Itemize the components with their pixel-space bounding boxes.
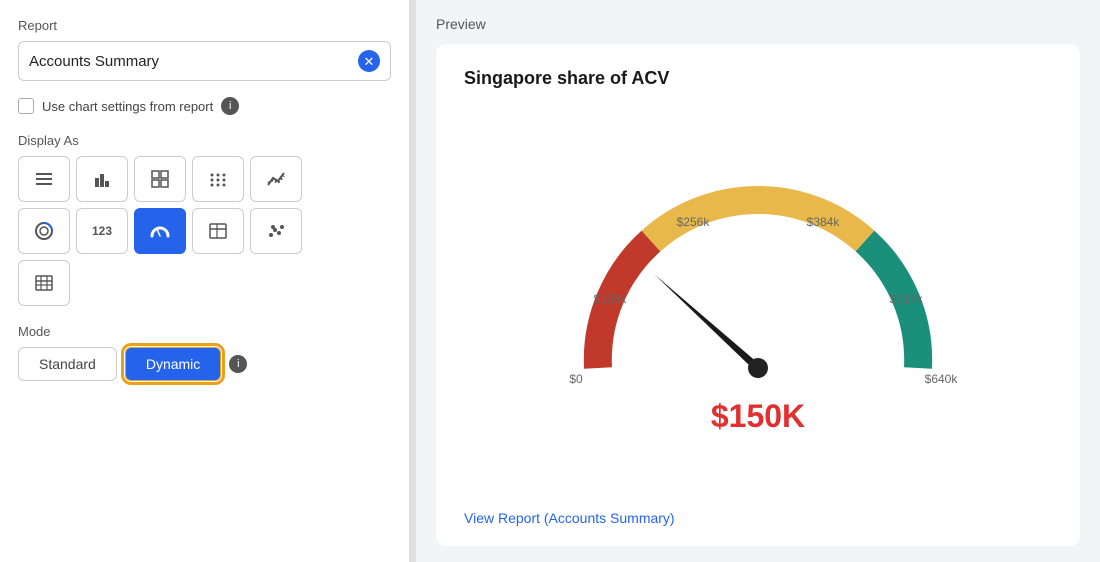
- chart-title: Singapore share of ACV: [464, 68, 1052, 89]
- mode-info-icon[interactable]: i: [229, 355, 247, 373]
- preview-label: Preview: [436, 16, 1080, 32]
- clear-report-button[interactable]: ✕: [358, 50, 380, 72]
- svg-text:$640k: $640k: [925, 372, 959, 386]
- mode-label: Mode: [18, 324, 391, 339]
- number-display-btn[interactable]: 123: [76, 208, 128, 254]
- gauge-container: $0 $128k $256k $384k $512k $640k: [464, 105, 1052, 498]
- right-panel: Preview Singapore share of ACV $0 $128k: [416, 0, 1100, 562]
- svg-text:$0: $0: [569, 372, 583, 386]
- bar-chart-display-btn[interactable]: [76, 156, 128, 202]
- chart-settings-checkbox[interactable]: [18, 98, 34, 114]
- gauge-svg: $0 $128k $256k $384k $512k $640k: [538, 168, 978, 408]
- data-table-display-btn[interactable]: [18, 260, 70, 306]
- chart-settings-row: Use chart settings from report i: [18, 97, 391, 115]
- dot-grid-display-btn[interactable]: [192, 156, 244, 202]
- view-report-link[interactable]: View Report (Accounts Summary): [464, 510, 1052, 526]
- display-as-grid: 123: [18, 156, 391, 306]
- report-input-row: Accounts Summary ✕: [18, 41, 391, 81]
- display-as-label: Display As: [18, 133, 391, 148]
- chart-settings-label: Use chart settings from report: [42, 99, 213, 114]
- preview-card: Singapore share of ACV $0 $128k: [436, 44, 1080, 546]
- dynamic-mode-btn[interactable]: Dynamic: [125, 347, 221, 381]
- standard-mode-btn[interactable]: Standard: [18, 347, 117, 381]
- gauge-display-btn[interactable]: [134, 208, 186, 254]
- report-name-text: Accounts Summary: [29, 53, 358, 70]
- grid-display-btn[interactable]: [134, 156, 186, 202]
- report-section-label: Report: [18, 18, 391, 33]
- chart-settings-info-icon[interactable]: i: [221, 97, 239, 115]
- line-chart-display-btn[interactable]: [250, 156, 302, 202]
- scatter-display-btn[interactable]: [250, 208, 302, 254]
- mode-row: Standard Dynamic i: [18, 347, 391, 381]
- svg-text:$384k: $384k: [807, 215, 841, 229]
- svg-text:$512k: $512k: [890, 292, 924, 306]
- donut-display-btn[interactable]: [18, 208, 70, 254]
- svg-text:$128k: $128k: [594, 292, 628, 306]
- svg-text:$256k: $256k: [677, 215, 711, 229]
- table-header-display-btn[interactable]: [192, 208, 244, 254]
- left-panel: Report Accounts Summary ✕ Use chart sett…: [0, 0, 410, 562]
- list-display-btn[interactable]: [18, 156, 70, 202]
